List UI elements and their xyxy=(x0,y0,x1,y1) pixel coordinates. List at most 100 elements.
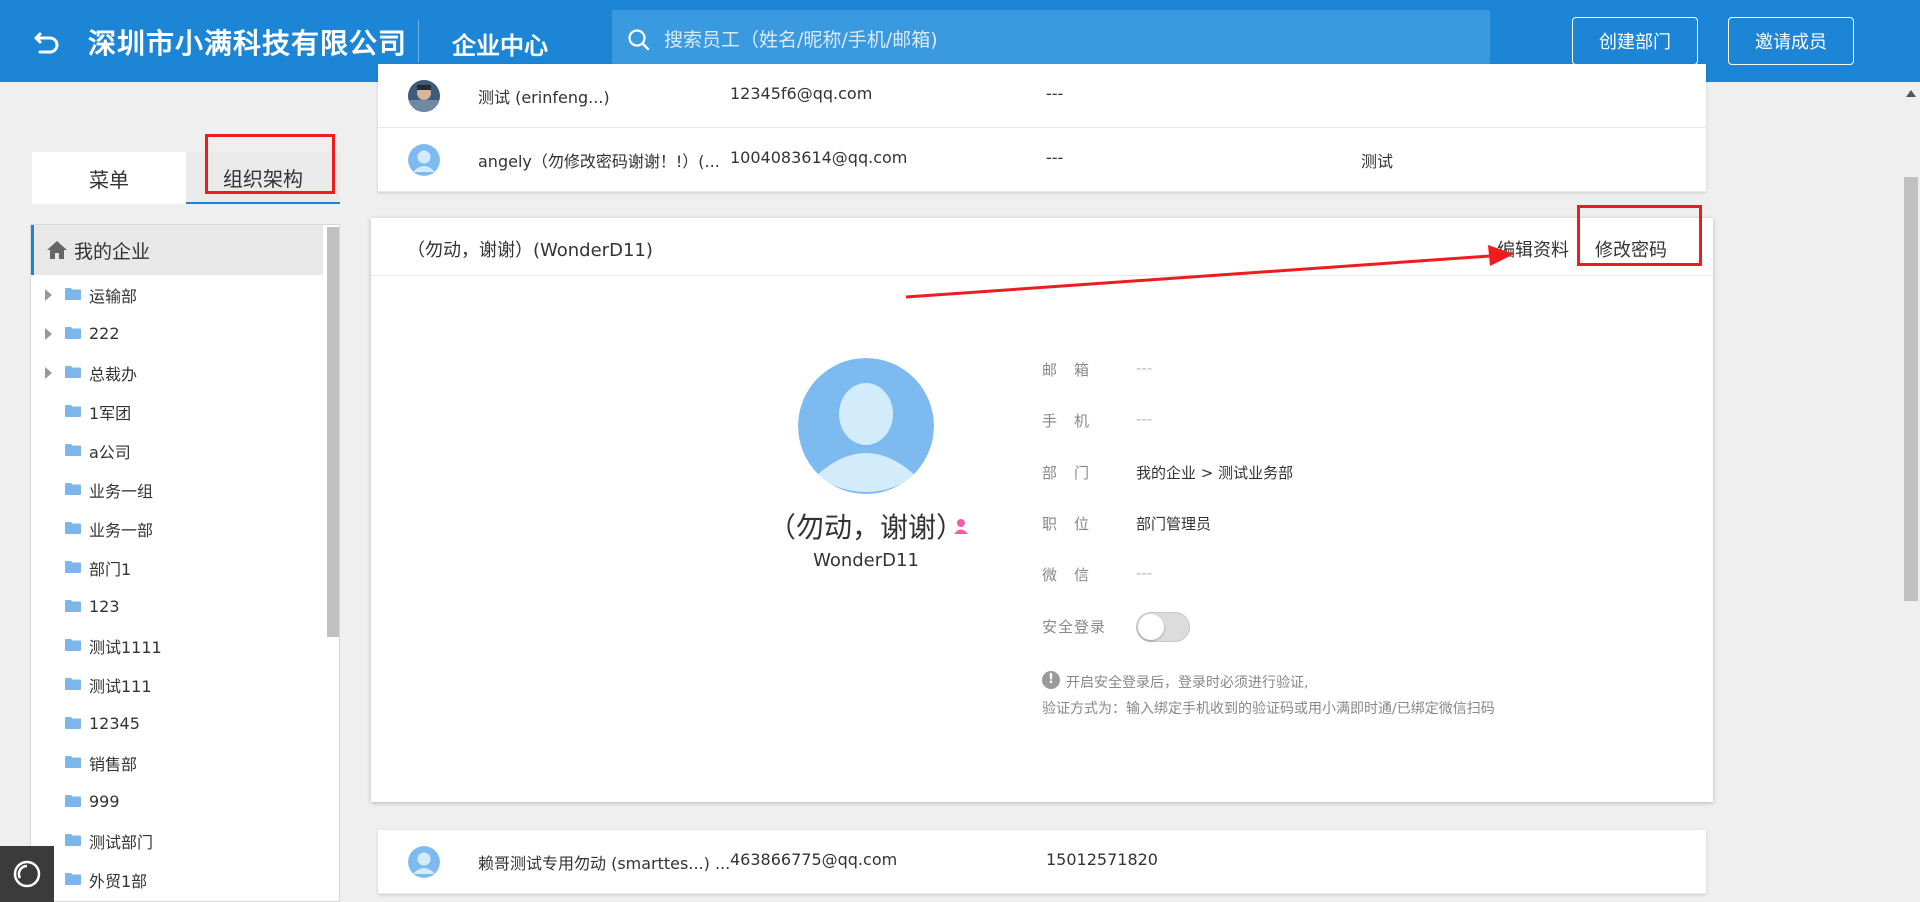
security-note-line1: 开启安全登录后，登录时必须进行验证, xyxy=(1066,675,1309,691)
back-icon[interactable] xyxy=(30,24,64,58)
tree-item[interactable]: 业务一部 xyxy=(31,509,339,548)
tree-item-label: 222 xyxy=(89,324,120,343)
tree-item[interactable]: 销售部 xyxy=(31,743,339,782)
tree-item-label: 业务一部 xyxy=(89,520,154,540)
employee-phone: --- xyxy=(1046,148,1064,167)
employee-email: 12345f6@qq.com xyxy=(730,84,873,103)
tree-item-label: 12345 xyxy=(89,714,140,733)
folder-icon xyxy=(65,366,81,378)
table-row[interactable]: angely（勿修改密码谢谢！!）(... 1004083614@qq.com … xyxy=(378,128,1706,192)
employee-phone: 15012571820 xyxy=(1046,850,1158,869)
tree-item[interactable]: 12345 xyxy=(31,704,339,743)
tree-list: 运输部 222 总裁办 1军团 a公司业务一组业务一部部门1 123 测试1111 测试111… xyxy=(31,275,339,899)
tree-item[interactable]: 业务一组 xyxy=(31,470,339,509)
employee-list-bottom: 赖哥测试专用勿动 (smarttes...) ... 463866775@qq.… xyxy=(378,830,1706,894)
tab-menu[interactable]: 菜单 xyxy=(32,152,186,204)
employee-name: angely（勿修改密码谢谢！!）(... xyxy=(478,152,720,171)
tree-item-label: a公司 xyxy=(89,442,131,462)
folder-icon xyxy=(65,717,81,729)
folder-icon xyxy=(65,639,81,651)
page-scrollbar[interactable] xyxy=(1900,82,1920,902)
wechat-label: 微 信 xyxy=(1042,566,1091,584)
tree-item[interactable]: 部门1 xyxy=(31,548,339,587)
caret-right-icon[interactable] xyxy=(45,366,52,379)
position-value: 部门管理员 xyxy=(1136,515,1212,533)
change-password-link[interactable]: 修改密码 xyxy=(1595,236,1667,262)
email-value: --- xyxy=(1136,359,1153,377)
caret-right-icon[interactable] xyxy=(45,327,52,340)
org-tree: 我的企业 运输部 222 总裁办 1军团 a公司 业务一组 业务一部 部门1 123 测试1111… xyxy=(30,224,340,902)
scroll-up-icon[interactable] xyxy=(1906,90,1916,97)
page-title: 企业中心 xyxy=(452,32,548,60)
security-note-line2: 验证方式为：输入绑定手机收到的验证码或用小满即时通/已绑定微信扫码 xyxy=(1042,701,1495,717)
caret-right-icon[interactable] xyxy=(45,288,52,301)
tree-item-label: 999 xyxy=(89,792,120,811)
scrollbar-thumb[interactable] xyxy=(1904,177,1918,601)
tree-scrollbar-thumb[interactable] xyxy=(327,227,339,637)
loading-circle-icon xyxy=(13,860,41,888)
folder-icon xyxy=(65,678,81,690)
employee-email: 463866775@qq.com xyxy=(730,850,898,869)
folder-icon xyxy=(65,561,81,573)
folder-icon xyxy=(65,444,81,456)
employee-account-id: WonderD11 xyxy=(813,550,919,571)
info-icon: ! xyxy=(1042,671,1060,689)
tree-item-label: 销售部 xyxy=(89,754,138,774)
folder-icon xyxy=(65,405,81,417)
employee-display-name: （勿动，谢谢） xyxy=(767,511,964,544)
employee-email: 1004083614@qq.com xyxy=(730,148,908,167)
employee-dept: 测试 xyxy=(1361,152,1394,171)
tab-org-structure[interactable]: 组织架构 xyxy=(186,152,340,204)
tree-root-label: 我的企业 xyxy=(74,240,151,263)
table-row[interactable]: 赖哥测试专用勿动 (smarttes...) ... 463866775@qq.… xyxy=(378,830,1706,894)
company-name: 深圳市小满科技有限公司 xyxy=(88,27,408,60)
tree-item[interactable]: 1军团 xyxy=(31,392,339,431)
tree-item-label: 部门1 xyxy=(89,559,132,579)
table-row[interactable]: 测试 (erinfeng...) 12345f6@qq.com --- xyxy=(378,64,1706,128)
tree-item-label: 总裁办 xyxy=(89,364,138,384)
folder-icon xyxy=(65,834,81,846)
department-label: 部 门 xyxy=(1042,464,1091,482)
tree-item[interactable]: a公司 xyxy=(31,431,339,470)
tree-item[interactable]: 运输部 xyxy=(31,275,339,314)
tree-item[interactable]: 测试111 xyxy=(31,665,339,704)
folder-icon xyxy=(65,600,81,612)
employee-detail-panel: （勿动，谢谢）(WonderD11) 编辑资料 修改密码 （勿动，谢谢） Won… xyxy=(371,218,1713,802)
assistant-widget-button[interactable] xyxy=(0,846,54,902)
folder-icon xyxy=(65,327,81,339)
toggle-knob xyxy=(1138,614,1164,640)
avatar xyxy=(798,358,934,494)
create-department-button[interactable]: 创建部门 xyxy=(1572,17,1698,65)
tree-item[interactable]: 测试1111 xyxy=(31,626,339,665)
tree-item-label: 外贸1部 xyxy=(89,871,148,891)
employee-name: 赖哥测试专用勿动 (smarttes...) ... xyxy=(478,854,731,873)
tree-root-my-enterprise[interactable]: 我的企业 xyxy=(31,225,323,275)
avatar xyxy=(408,80,440,112)
employee-list-top: 测试 (erinfeng...) 12345f6@qq.com --- ange… xyxy=(378,64,1706,192)
folder-icon xyxy=(65,795,81,807)
folder-icon xyxy=(65,288,81,300)
invite-member-button[interactable]: 邀请成员 xyxy=(1728,17,1854,65)
tree-item-label: 测试部门 xyxy=(89,832,154,852)
email-label: 邮 箱 xyxy=(1042,361,1091,379)
tree-item[interactable]: 外贸1部 xyxy=(31,860,339,899)
search-input[interactable] xyxy=(664,29,1444,51)
position-label: 职 位 xyxy=(1042,515,1091,533)
tree-item[interactable]: 测试部门 xyxy=(31,821,339,860)
header-divider xyxy=(418,20,419,62)
tree-item[interactable]: 总裁办 xyxy=(31,353,339,392)
tree-item[interactable]: 123 xyxy=(31,587,339,626)
secure-login-toggle[interactable] xyxy=(1136,612,1190,642)
search-icon xyxy=(628,29,650,51)
search-bar[interactable] xyxy=(612,10,1490,70)
folder-icon xyxy=(65,483,81,495)
tree-item-label: 123 xyxy=(89,597,120,616)
wechat-value: --- xyxy=(1136,564,1153,582)
employee-phone: --- xyxy=(1046,84,1064,103)
tree-item[interactable]: 222 xyxy=(31,314,339,353)
edit-profile-link[interactable]: 编辑资料 xyxy=(1497,236,1569,262)
tree-item[interactable]: 999 xyxy=(31,782,339,821)
phone-value: --- xyxy=(1136,410,1153,428)
folder-icon xyxy=(65,873,81,885)
tree-item-label: 业务一组 xyxy=(89,481,154,501)
